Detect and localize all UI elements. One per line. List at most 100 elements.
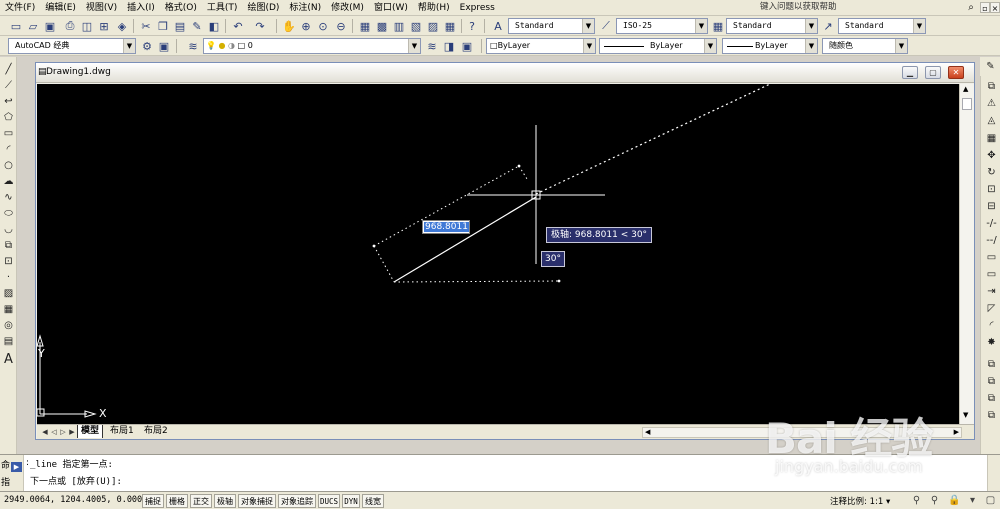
color-select[interactable]: □ByLayer ▼ xyxy=(486,38,596,54)
cut-icon[interactable]: ✂ xyxy=(138,18,154,34)
trim-icon[interactable]: -/- xyxy=(984,217,999,231)
text-style-icon[interactable]: A xyxy=(490,18,506,34)
next-tab-icon[interactable]: ▷ xyxy=(59,427,67,437)
layer-properties-icon[interactable]: ≋ xyxy=(185,38,201,54)
menu-express[interactable]: Express xyxy=(455,0,500,16)
explode-icon[interactable]: ✸ xyxy=(984,336,999,350)
bring-above-icon[interactable]: ⧉ xyxy=(984,409,999,423)
block-editor-icon[interactable]: ◧ xyxy=(206,18,222,34)
scroll-thumb[interactable] xyxy=(962,98,972,110)
menu-window[interactable]: 窗口(W) xyxy=(369,0,413,16)
menu-format[interactable]: 格式(O) xyxy=(160,0,202,16)
ortho-toggle[interactable]: 正交 xyxy=(190,494,212,508)
menu-edit[interactable]: 编辑(E) xyxy=(40,0,81,16)
circle-icon[interactable]: ○ xyxy=(1,159,16,173)
save-workspace-icon[interactable]: ▣ xyxy=(156,38,172,54)
close-icon[interactable]: ✕ xyxy=(948,66,964,79)
angle-input[interactable]: 30° xyxy=(541,251,565,267)
break-icon[interactable]: ▭ xyxy=(984,268,999,282)
modify-toolbar-grip[interactable]: ✎ xyxy=(980,57,1000,76)
mirror-icon[interactable]: ⚠ xyxy=(984,97,999,111)
prev-tab-icon[interactable]: ◁ xyxy=(50,427,58,437)
auto-scale-icon[interactable]: ⚲ xyxy=(928,494,941,507)
dyn-toggle[interactable]: DYN xyxy=(342,494,360,508)
zoom-window-icon[interactable]: ⊙ xyxy=(315,18,331,34)
scroll-down-icon[interactable]: ▼ xyxy=(963,411,968,419)
3d-dwf-icon[interactable]: ◈ xyxy=(114,18,130,34)
break-at-point-icon[interactable]: ▭ xyxy=(984,251,999,265)
undo-icon[interactable]: ↶ xyxy=(230,18,246,34)
minimize-icon[interactable]: ▁ xyxy=(902,66,918,79)
layer-states-icon[interactable]: ▣ xyxy=(459,38,475,54)
tab-model[interactable]: 模型 xyxy=(77,425,104,438)
lineweight-select[interactable]: ByLayer ▼ xyxy=(722,38,818,54)
arc-icon[interactable]: ◜ xyxy=(1,143,16,157)
multiline-text-icon[interactable]: A xyxy=(1,353,16,367)
polyline-icon[interactable]: ↩ xyxy=(1,95,16,109)
table-style-icon[interactable]: ▦ xyxy=(710,18,726,34)
print-icon[interactable]: ⎙ xyxy=(62,18,78,34)
vertical-scrollbar[interactable]: ▲ ▼ xyxy=(959,84,974,424)
polygon-icon[interactable]: ⬠ xyxy=(1,111,16,125)
send-to-back-icon[interactable]: ⧉ xyxy=(984,392,999,406)
quickcalc-icon[interactable]: ▦ xyxy=(442,18,458,34)
chamfer-icon[interactable]: ◸ xyxy=(984,302,999,316)
annotation-scale[interactable]: 注释比例: 1:1 ▾ xyxy=(830,495,890,507)
extend-icon[interactable]: --/ xyxy=(984,234,999,248)
menu-tools[interactable]: 工具(T) xyxy=(202,0,243,16)
move-icon[interactable]: ✥ xyxy=(984,149,999,163)
annotation-visibility-icon[interactable]: ⚲ xyxy=(910,494,923,507)
lock-icon[interactable]: 🔒 xyxy=(948,494,961,507)
table-icon[interactable]: ▤ xyxy=(1,335,16,349)
first-tab-icon[interactable]: ◀ xyxy=(41,427,49,437)
rectangle-icon[interactable]: ▭ xyxy=(1,127,16,141)
print-preview-icon[interactable]: ◫ xyxy=(79,18,95,34)
join-icon[interactable]: ⇥ xyxy=(984,285,999,299)
publish-icon[interactable]: ⊞ xyxy=(96,18,112,34)
hatch-icon[interactable]: ▨ xyxy=(1,287,16,301)
cursor-coordinates[interactable]: 2949.0064, 1204.4005, 0.0000 xyxy=(4,495,147,505)
osnap-toggle[interactable]: 对象捕捉 xyxy=(238,494,276,508)
tab-layout1[interactable]: 布局1 xyxy=(107,425,137,438)
dim-style-select[interactable]: ISO-25 ▼ xyxy=(616,18,708,34)
save-icon[interactable]: ▣ xyxy=(42,18,58,34)
tool-palettes-icon[interactable]: ▥ xyxy=(391,18,407,34)
rotate-icon[interactable]: ↻ xyxy=(984,166,999,180)
dynamic-length-input[interactable]: 968.8011 xyxy=(422,220,470,234)
make-current-layer-icon[interactable]: ≋ xyxy=(424,38,440,54)
scroll-up-icon[interactable]: ▲ xyxy=(963,85,968,93)
menu-file[interactable]: 文件(F) xyxy=(0,0,40,16)
gradient-icon[interactable]: ▦ xyxy=(1,303,16,317)
workspace-settings-icon[interactable]: ⚙ xyxy=(139,38,155,54)
menu-draw[interactable]: 绘图(D) xyxy=(242,0,284,16)
redo-icon[interactable]: ↷ xyxy=(252,18,268,34)
lineweight-toggle[interactable]: 线宽 xyxy=(362,494,384,508)
scroll-left-icon[interactable]: ◀ xyxy=(645,428,650,436)
close-menu-icon[interactable]: × xyxy=(990,2,1000,13)
draworder-icon[interactable]: ⧉ xyxy=(984,358,999,372)
status-tray-icon[interactable]: ▾ xyxy=(966,494,979,507)
otrack-toggle[interactable]: 对象追踪 xyxy=(278,494,316,508)
erase-icon[interactable]: ✎ xyxy=(983,60,998,74)
help-search-input[interactable]: 键入问题以获取帮助 xyxy=(760,1,962,14)
scroll-right-icon[interactable]: ▶ xyxy=(954,428,959,436)
plotstyle-select[interactable]: 随颜色 ▼ xyxy=(822,38,908,54)
stretch-icon[interactable]: ⊟ xyxy=(984,200,999,214)
linetype-select[interactable]: ByLayer ▼ xyxy=(599,38,717,54)
paste-icon[interactable]: ▤ xyxy=(172,18,188,34)
workspace-select[interactable]: AutoCAD 经典 ▼ xyxy=(8,38,136,54)
menu-modify[interactable]: 修改(M) xyxy=(326,0,369,16)
offset-icon[interactable]: ◬ xyxy=(984,114,999,128)
text-style-select[interactable]: Standard ▼ xyxy=(508,18,595,34)
last-tab-icon[interactable]: ▶ xyxy=(68,427,76,437)
search-icon[interactable]: ⌕ xyxy=(964,1,978,14)
copy-icon[interactable]: ❐ xyxy=(155,18,171,34)
drawing-canvas[interactable]: Y X 968.8011 极轴: 968.8011 < 30° 30° xyxy=(37,84,959,424)
ellipse-icon[interactable]: ⬭ xyxy=(1,207,16,221)
horizontal-scrollbar[interactable]: ◀ ▶ xyxy=(642,427,962,438)
tab-layout2[interactable]: 布局2 xyxy=(141,425,171,438)
revision-cloud-icon[interactable]: ☁ xyxy=(1,175,16,189)
line-tool-icon[interactable]: ╱ xyxy=(1,63,16,77)
spline-icon[interactable]: ∿ xyxy=(1,191,16,205)
zoom-realtime-icon[interactable]: ⊕ xyxy=(298,18,314,34)
